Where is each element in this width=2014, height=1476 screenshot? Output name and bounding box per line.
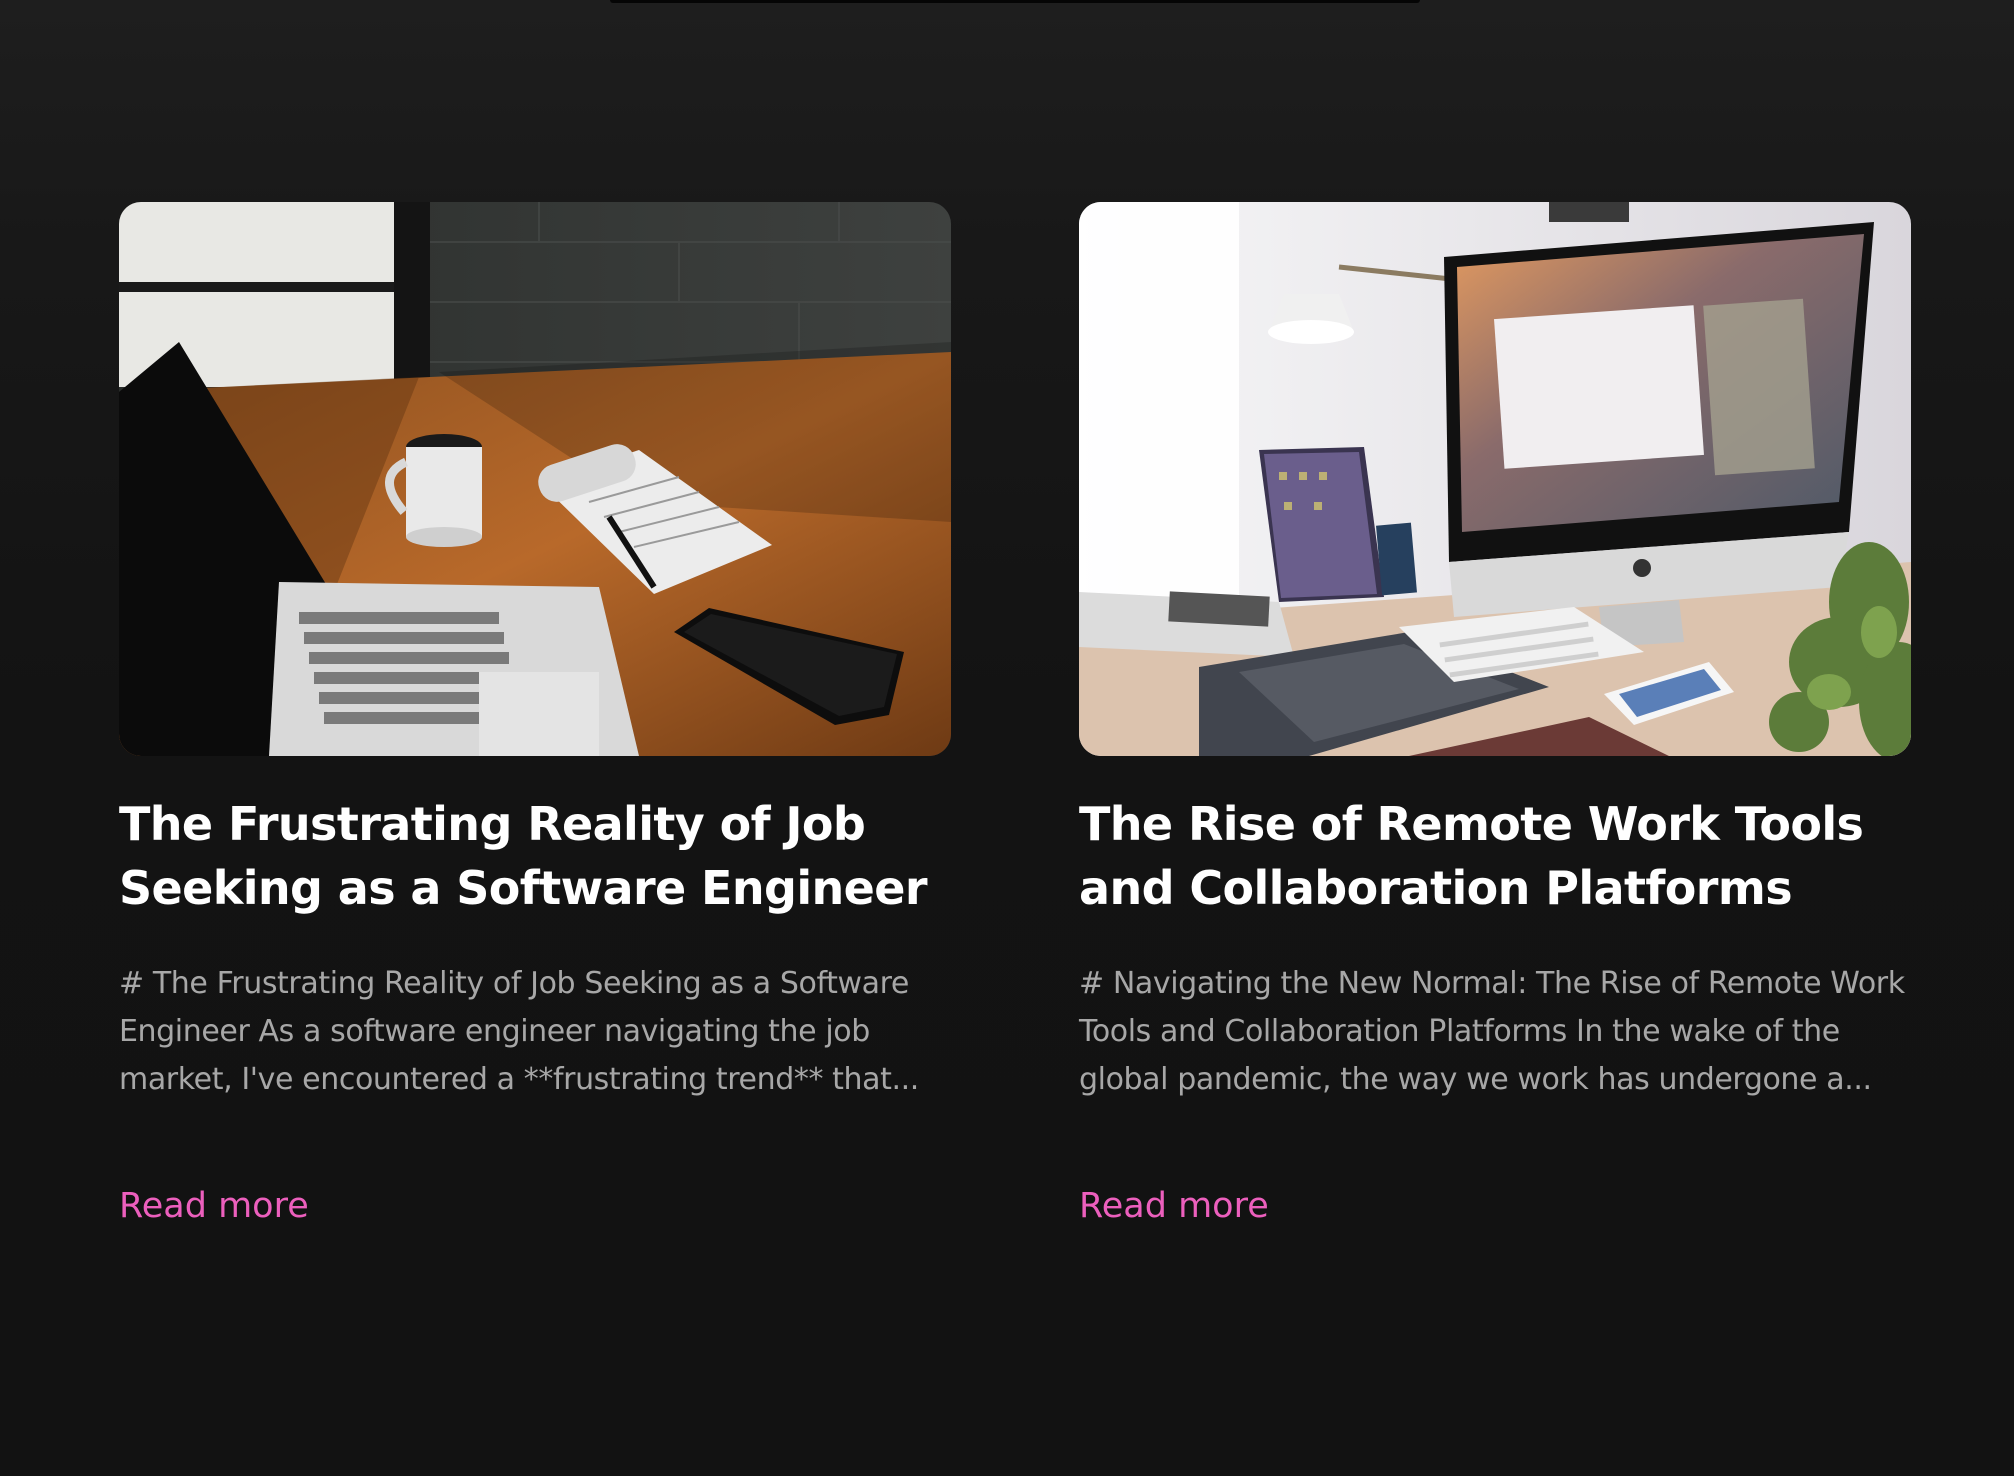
post-cover-image[interactable] [1079, 202, 1911, 756]
top-divider [610, 0, 1420, 3]
read-more-link[interactable]: Read more [119, 1184, 309, 1228]
post-cover-image[interactable] [119, 202, 951, 756]
post-title[interactable]: The Rise of Remote Work Tools and Collab… [1079, 792, 1911, 920]
post-excerpt: # The Frustrating Reality of Job Seeking… [119, 966, 919, 1097]
post-excerpt: # Navigating the New Normal: The Rise of… [1079, 966, 1905, 1097]
blog-post-card: The Frustrating Reality of Job Seeking a… [119, 202, 951, 1228]
blog-post-card: The Rise of Remote Work Tools and Collab… [1079, 202, 1911, 1228]
read-more-link[interactable]: Read more [1079, 1184, 1269, 1228]
post-title[interactable]: The Frustrating Reality of Job Seeking a… [119, 792, 951, 920]
